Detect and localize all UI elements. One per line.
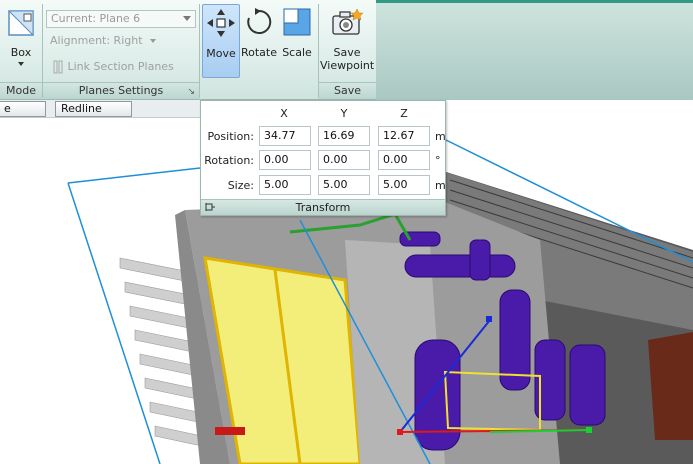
box-label: Box [10, 46, 32, 59]
ribbon: Box Mode Current: Plane 6 Alignment: Rig… [0, 0, 693, 100]
transform-footer: Transform [201, 199, 445, 215]
planes-settings-label: Planes Settings [78, 84, 164, 97]
alignment-value: Alignment: Right [50, 34, 143, 47]
rotation-label: Rotation: [204, 154, 254, 167]
link-icon [53, 60, 63, 74]
right-wall [648, 332, 693, 440]
save-viewpoint-label: Save Viewpoint [320, 46, 374, 72]
link-section-planes-button[interactable]: Link Section Planes [52, 60, 174, 74]
rotate-button[interactable]: Rotate [240, 4, 278, 78]
size-unit: m [435, 179, 446, 192]
size-label: Size: [227, 179, 254, 192]
save-viewpoint-button[interactable]: Save Viewpoint [320, 4, 374, 78]
pin-icon[interactable] [205, 202, 216, 212]
redline-tools-button[interactable]: Redline Tools [55, 101, 132, 129]
planes-settings-group-label: Planes Settings ↘ [43, 82, 199, 99]
rotate-icon [247, 8, 272, 34]
rotation-y-input[interactable]: 0.00 [318, 150, 370, 170]
position-unit: m [435, 130, 446, 143]
size-z-input[interactable]: 5.00 [378, 175, 430, 195]
scale-label: Scale [282, 46, 312, 59]
position-x-input[interactable]: 34.77 [259, 126, 311, 146]
left-tools-button[interactable]: e Tools [0, 101, 46, 129]
move-label: Move [206, 47, 236, 60]
move-button[interactable]: Move [202, 4, 240, 78]
transform-label: Transform [295, 201, 351, 214]
rotation-z-input[interactable]: 0.00 [378, 150, 430, 170]
current-plane-dropdown[interactable]: Current: Plane 6 [46, 10, 196, 28]
z-header: Z [400, 107, 408, 120]
current-plane-value: Current: Plane 6 [51, 12, 141, 25]
save-viewpoint-line2: Viewpoint [320, 59, 375, 72]
rotation-x-input[interactable]: 0.00 [259, 150, 311, 170]
dialog-launcher-icon[interactable]: ↘ [187, 84, 195, 100]
rotation-unit: ° [435, 154, 441, 167]
red-object [215, 427, 245, 435]
mode-group-label: Mode [0, 82, 42, 99]
alignment-dropdown[interactable]: Alignment: Right [50, 34, 157, 47]
rotate-label: Rotate [240, 46, 277, 59]
camera-icon [332, 8, 363, 35]
save-viewpoint-line1: Save [333, 46, 361, 59]
position-z-input[interactable]: 12.67 [378, 126, 430, 146]
chevron-down-icon [150, 39, 157, 43]
scale-icon [283, 8, 311, 36]
transform-panel: X Y Z Position: 34.77 16.69 12.67 m Rota… [200, 100, 446, 216]
box-icon [7, 10, 34, 37]
size-y-input[interactable]: 5.00 [318, 175, 370, 195]
save-group-label: Save [319, 82, 376, 99]
size-x-input[interactable]: 5.00 [259, 175, 311, 195]
position-y-input[interactable]: 16.69 [318, 126, 370, 146]
y-header: Y [340, 107, 348, 120]
scale-button[interactable]: Scale [279, 4, 315, 78]
chevron-down-icon [183, 16, 191, 21]
box-mode-button[interactable]: Box [2, 4, 40, 78]
chevron-down-icon [18, 62, 24, 66]
position-label: Position: [207, 130, 254, 143]
x-header: X [280, 107, 288, 120]
link-section-planes-label: Link Section Planes [67, 60, 174, 73]
move-icon [207, 9, 235, 37]
ribbon-empty-area [376, 0, 693, 100]
